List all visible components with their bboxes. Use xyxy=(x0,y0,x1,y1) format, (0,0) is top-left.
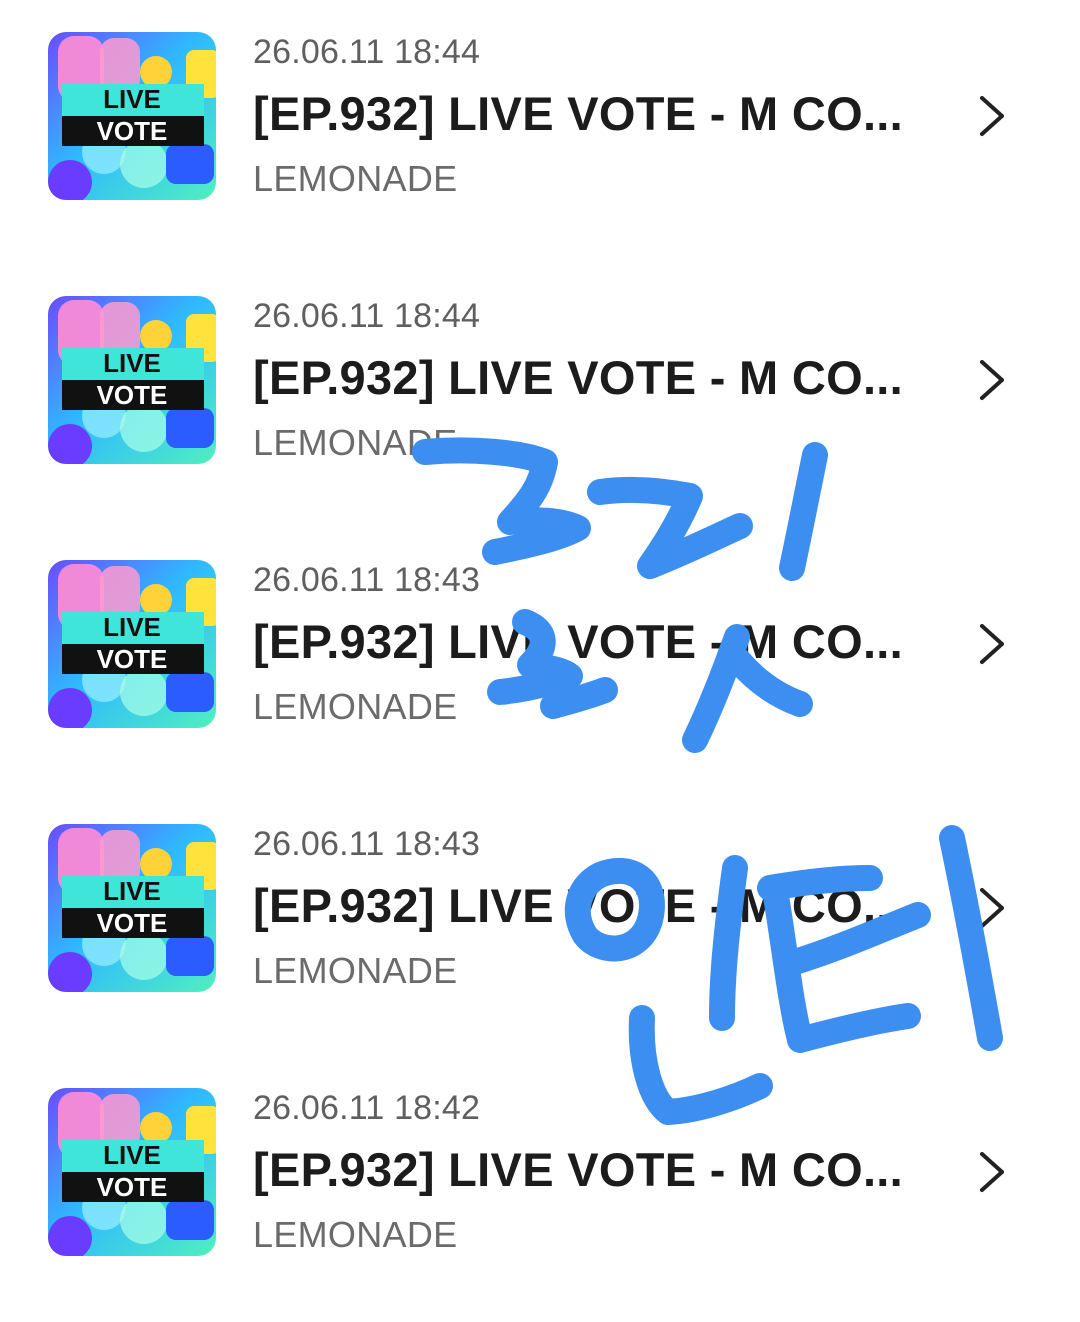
item-artist: LEMONADE xyxy=(253,422,458,463)
chevron-right-icon[interactable] xyxy=(974,1150,1008,1194)
episode-thumbnail: LIVE VOTE xyxy=(48,560,216,728)
item-title: [EP.932] LIVE VOTE - M CO... xyxy=(253,351,904,404)
thumb-text-top: LIVE xyxy=(103,876,161,906)
list-item[interactable]: LIVE VOTE 26.06.11 18:42 [EP.932] LIVE V… xyxy=(0,1056,1080,1256)
screen: LIVE VOTE 26.06.11 18:44 [EP.932] LIVE V… xyxy=(0,0,1080,1322)
item-date: 26.06.11 18:44 xyxy=(253,33,481,71)
item-date: 26.06.11 18:44 xyxy=(253,297,481,335)
item-date: 26.06.11 18:43 xyxy=(253,825,481,863)
live-vote-thumbnail-art: LIVE VOTE xyxy=(48,1088,216,1256)
thumb-text-top: LIVE xyxy=(103,612,161,642)
live-vote-thumbnail-art: LIVE VOTE xyxy=(48,824,216,992)
thumb-text-bottom: VOTE xyxy=(97,1172,168,1202)
item-artist: LEMONADE xyxy=(253,1214,458,1255)
item-date: 26.06.11 18:42 xyxy=(253,1089,481,1127)
list-item[interactable]: LIVE VOTE 26.06.11 18:44 [EP.932] LIVE V… xyxy=(0,0,1080,200)
thumb-text-top: LIVE xyxy=(103,84,161,114)
list-item[interactable]: LIVE VOTE 26.06.11 18:43 [EP.932] LIVE V… xyxy=(0,528,1080,728)
live-vote-thumbnail-art: LIVE VOTE xyxy=(48,32,216,200)
thumb-text-bottom: VOTE xyxy=(97,116,168,146)
live-vote-thumbnail-art: LIVE VOTE xyxy=(48,560,216,728)
thumb-text-bottom: VOTE xyxy=(97,644,168,674)
thumb-text-bottom: VOTE xyxy=(97,908,168,938)
thumb-text-bottom: VOTE xyxy=(97,380,168,410)
chevron-right-icon[interactable] xyxy=(974,94,1008,138)
item-title: [EP.932] LIVE VOTE - M CO... xyxy=(253,615,904,668)
item-title: [EP.932] LIVE VOTE - M CO... xyxy=(253,87,904,140)
live-vote-thumbnail-art: LIVE VOTE xyxy=(48,296,216,464)
thumb-text-top: LIVE xyxy=(103,1140,161,1170)
episode-thumbnail: LIVE VOTE xyxy=(48,296,216,464)
list-item[interactable]: LIVE VOTE 26.06.11 18:43 [EP.932] LIVE V… xyxy=(0,792,1080,992)
chevron-right-icon[interactable] xyxy=(974,886,1008,930)
episode-thumbnail: LIVE VOTE xyxy=(48,824,216,992)
episode-thumbnail: LIVE VOTE xyxy=(48,32,216,200)
item-artist: LEMONADE xyxy=(253,158,458,199)
list-item[interactable]: LIVE VOTE 26.06.11 18:44 [EP.932] LIVE V… xyxy=(0,264,1080,464)
item-title: [EP.932] LIVE VOTE - M CO... xyxy=(253,1143,904,1196)
item-date: 26.06.11 18:43 xyxy=(253,561,481,599)
item-title: [EP.932] LIVE VOTE - M CO... xyxy=(253,879,904,932)
item-artist: LEMONADE xyxy=(253,686,458,727)
chevron-right-icon[interactable] xyxy=(974,622,1008,666)
item-artist: LEMONADE xyxy=(253,950,458,991)
thumb-text-top: LIVE xyxy=(103,348,161,378)
episode-thumbnail: LIVE VOTE xyxy=(48,1088,216,1256)
chevron-right-icon[interactable] xyxy=(974,358,1008,402)
